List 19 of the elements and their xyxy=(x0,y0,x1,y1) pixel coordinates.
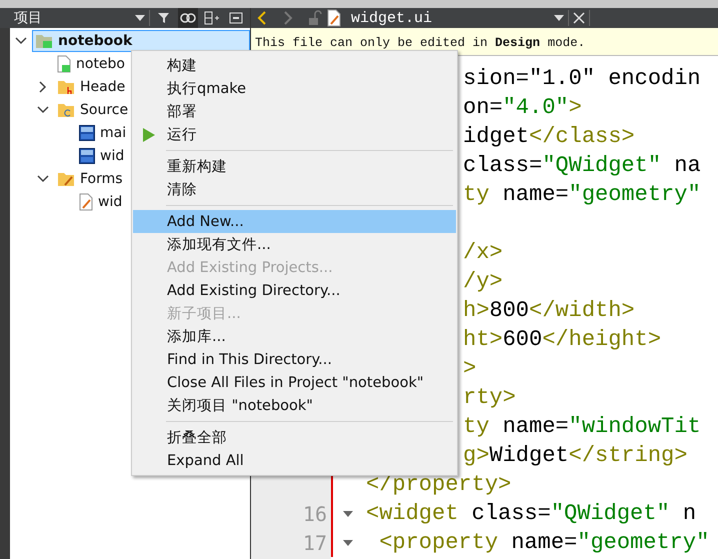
line-number: 16 xyxy=(302,502,327,526)
code-line: <property name="geometry" xyxy=(378,529,710,557)
code-line: class="QWidget" na xyxy=(462,152,701,180)
info-banner: This file can only be edited in Design mode. xyxy=(251,28,718,56)
code-line: <widget class="QWidget" n xyxy=(365,500,696,528)
code-line: ty name="geometry" xyxy=(462,181,701,209)
code-line: ht>600</height> xyxy=(462,326,662,354)
code-line: on="4.0"> xyxy=(462,94,582,122)
code-line: ty name="windowTit xyxy=(462,413,701,441)
line-number: 17 xyxy=(302,530,327,554)
code-line: h>800</width> xyxy=(462,297,635,325)
code-line: /y> xyxy=(462,268,503,296)
code-line: g>Widget</string> xyxy=(462,442,688,470)
code-line: sion="1.0" encodin xyxy=(462,65,701,93)
code-line: </property> xyxy=(365,471,512,499)
code-line: idget</class> xyxy=(462,123,635,151)
code-line: /x> xyxy=(462,239,503,267)
code-line: rty> xyxy=(462,384,516,412)
panel-title: 项目 xyxy=(14,9,43,27)
